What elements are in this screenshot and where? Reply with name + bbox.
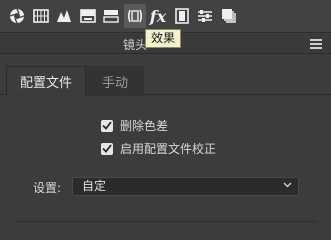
- chevron-down-icon: [283, 182, 292, 188]
- remove-ca-label: 删除色差: [120, 119, 169, 133]
- sliders-icon[interactable]: [194, 4, 216, 28]
- checkmark-icon: [102, 121, 112, 130]
- triangle-tone-icon[interactable]: [53, 4, 75, 28]
- remove-ca-option[interactable]: 删除色差: [101, 117, 168, 134]
- checkmark-icon: [102, 144, 112, 153]
- settings-label: 设置:: [33, 181, 62, 195]
- tab-bar: 配置文件 手动: [0, 60, 331, 96]
- tab-manual[interactable]: 手动: [86, 66, 144, 96]
- hsl-bars-icon[interactable]: [100, 4, 122, 28]
- panel-title: 镜头: [123, 38, 148, 52]
- remove-ca-checkbox[interactable]: [101, 119, 113, 132]
- snapshots-icon[interactable]: [218, 4, 240, 28]
- tab-profile[interactable]: 配置文件: [6, 66, 86, 96]
- settings-dropdown[interactable]: 自定: [72, 177, 299, 196]
- settings-value: 自定: [82, 179, 107, 193]
- split-toning-icon[interactable]: [77, 4, 99, 28]
- aperture-icon[interactable]: [6, 4, 28, 28]
- lens-correction-icon[interactable]: [123, 4, 146, 28]
- filmstrip-icon[interactable]: [171, 4, 193, 28]
- enable-profile-option[interactable]: 启用配置文件校正: [101, 140, 216, 157]
- enable-profile-checkbox[interactable]: [101, 142, 113, 155]
- histogram-grid-icon[interactable]: [30, 4, 52, 28]
- fx-icon[interactable]: fx: [147, 4, 169, 28]
- tooltip: 效果: [145, 29, 182, 48]
- divider: [14, 221, 317, 222]
- panel-menu-icon[interactable]: [310, 39, 322, 49]
- enable-profile-label: 启用配置文件校正: [120, 142, 217, 156]
